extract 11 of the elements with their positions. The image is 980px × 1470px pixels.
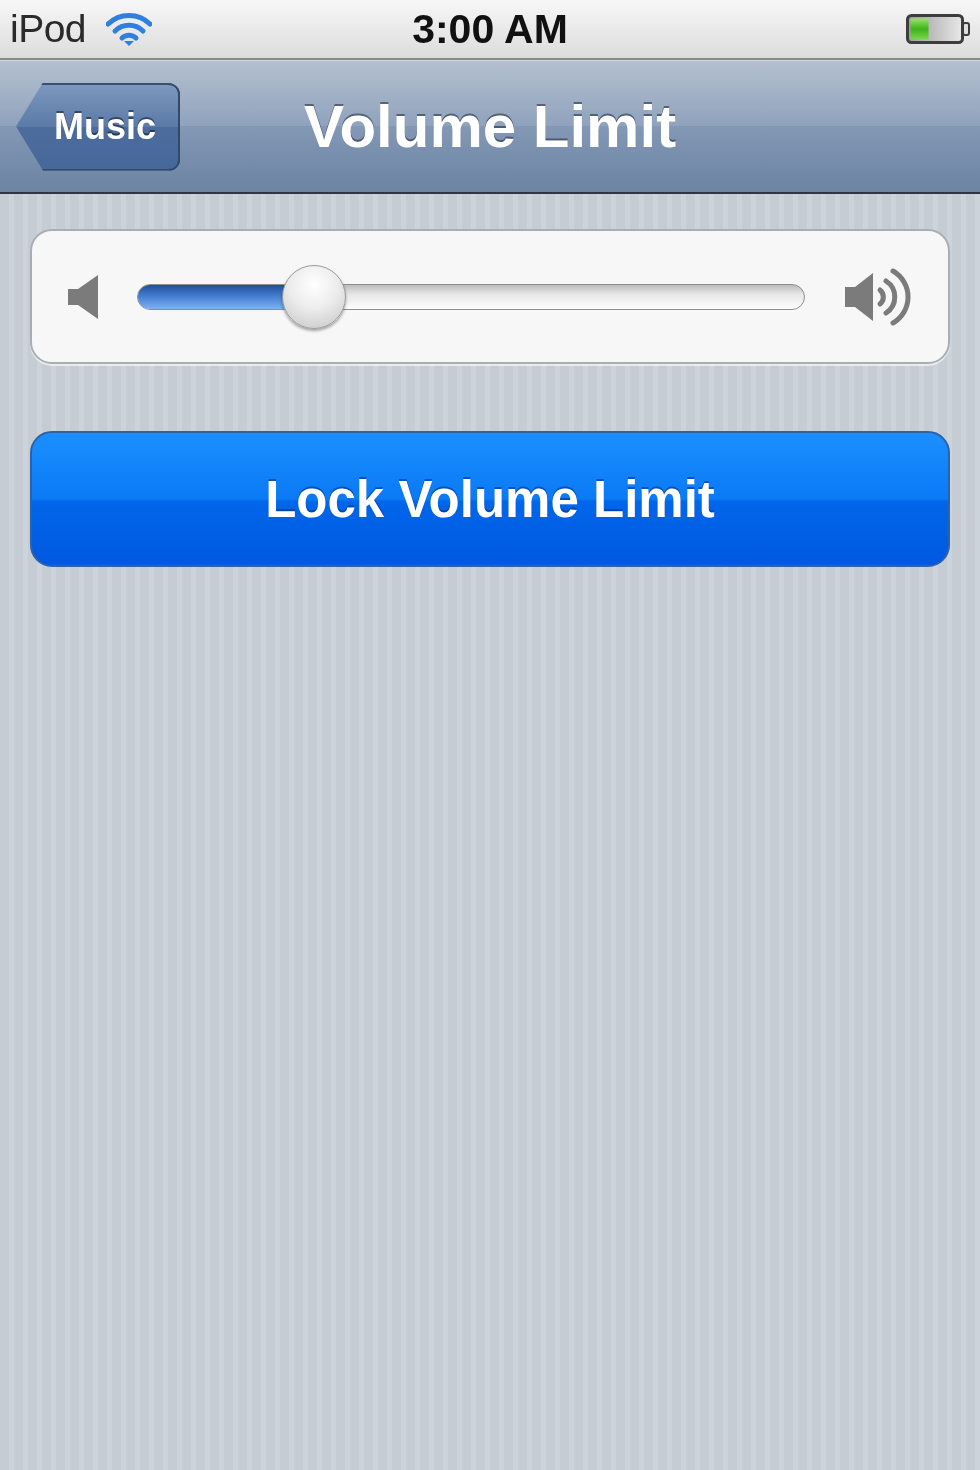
loud-speaker-icon	[845, 265, 911, 328]
carrier-name: iPod	[10, 7, 87, 51]
status-time: 3:00 AM	[412, 5, 568, 53]
slider-thumb[interactable]	[281, 264, 346, 329]
volume-slider[interactable]	[137, 264, 805, 329]
page-title: Volume Limit	[303, 92, 677, 161]
battery-icon	[906, 14, 970, 44]
lock-volume-limit-button[interactable]: Lock Volume Limit	[30, 431, 950, 567]
speaker-icon	[68, 274, 98, 319]
back-button[interactable]: Music	[16, 82, 181, 171]
wifi-icon	[106, 12, 153, 46]
